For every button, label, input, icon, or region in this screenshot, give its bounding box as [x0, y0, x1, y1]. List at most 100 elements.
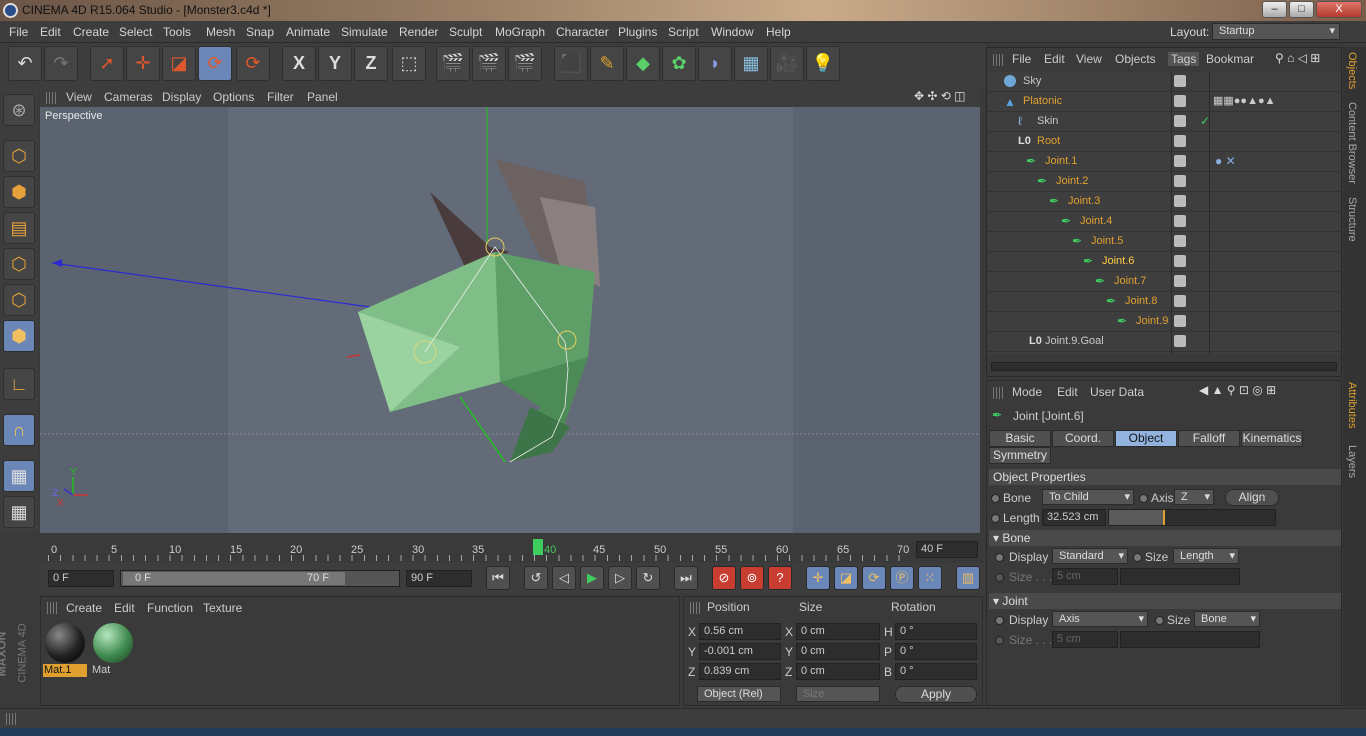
axis-dropdown[interactable]: Z ▾ — [1174, 489, 1214, 505]
pos-x-field[interactable]: 0.56 cm — [699, 623, 781, 640]
menu-render[interactable]: Render — [399, 25, 438, 39]
length-field[interactable]: 32.523 cm — [1042, 509, 1106, 526]
object-row-skin[interactable]: ℓ Skin ✓ — [987, 112, 1341, 132]
next-frame-button[interactable]: ▷ — [608, 566, 632, 590]
pos-z-field[interactable]: 0.839 cm — [699, 663, 781, 680]
texture-mode-button[interactable]: ⬢ — [3, 176, 35, 208]
current-frame-field[interactable]: 40 F — [916, 541, 978, 558]
menu-create[interactable]: Create — [73, 25, 109, 39]
add-cube-button[interactable]: ⬛ — [554, 46, 588, 81]
material-slot-mat[interactable]: Mat — [91, 621, 135, 677]
apply-button[interactable]: Apply — [895, 686, 977, 703]
size-y-field[interactable]: 0 cm — [796, 643, 880, 660]
rot-h-field[interactable]: 0 ° — [895, 623, 977, 640]
joint-display-dropdown[interactable]: Axis ▾ — [1052, 611, 1148, 627]
locked-workplane-button[interactable]: ▦ — [3, 460, 35, 492]
object-row-joint-2[interactable]: ✒ Joint.2 — [987, 172, 1341, 192]
menu-sculpt[interactable]: Sculpt — [449, 25, 482, 39]
object-row-joint-4[interactable]: ✒ Joint.4 — [987, 212, 1341, 232]
menu-snap[interactable]: Snap — [246, 25, 274, 39]
rot-b-field[interactable]: 0 ° — [895, 663, 977, 680]
object-row-joint-1[interactable]: ✒ Joint.1 ● ✕ — [987, 152, 1341, 172]
material-menu-create[interactable]: Create — [66, 601, 102, 615]
points-mode-button[interactable]: ⬡ — [3, 248, 35, 280]
material-menu-edit[interactable]: Edit — [114, 601, 135, 615]
add-nurbs-button[interactable]: ◆ — [626, 46, 660, 81]
rotate-tool-button[interactable]: ⟳ — [198, 46, 232, 81]
add-floor-button[interactable]: ▦ — [734, 46, 768, 81]
objects-search-home-icons[interactable]: ⚲ ⌂ ◁ ⊞ — [1275, 51, 1320, 65]
planar-workplane-button[interactable]: ▦ — [3, 496, 35, 528]
menu-edit[interactable]: Edit — [40, 25, 61, 39]
object-row-joint-5[interactable]: ✒ Joint.5 — [987, 232, 1341, 252]
attributes-menu-mode[interactable]: Mode — [1012, 385, 1042, 399]
coordinate-system-button[interactable]: ⬚ — [392, 46, 426, 81]
viewport-menu-cameras[interactable]: Cameras — [104, 90, 153, 104]
viewport-menu-display[interactable]: Display — [162, 90, 201, 104]
joint-size-value-radio[interactable] — [995, 636, 1004, 645]
layout-dropdown[interactable]: Startup ▾ — [1212, 23, 1340, 40]
key-position-button[interactable]: ✛ — [806, 566, 830, 590]
previous-frame-button[interactable]: ◁ — [552, 566, 576, 590]
viewport-menu-view[interactable]: View — [66, 90, 92, 104]
x-axis-button[interactable]: X — [282, 46, 316, 81]
add-array-button[interactable]: ✿ — [662, 46, 696, 81]
record-keys-button[interactable]: ⊘ — [712, 566, 736, 590]
objects-menu-edit[interactable]: Edit — [1044, 52, 1065, 66]
joint-size-field[interactable]: 5 cm — [1052, 631, 1118, 648]
menu-simulate[interactable]: Simulate — [341, 25, 388, 39]
material-menu-texture[interactable]: Texture — [203, 601, 242, 615]
add-camera-button[interactable]: 🎥 — [770, 46, 804, 81]
axis-mode-button[interactable]: ∟ — [3, 368, 35, 400]
attributes-menu-edit[interactable]: Edit — [1057, 385, 1078, 399]
bone-display-dropdown[interactable]: Standard ▾ — [1052, 548, 1128, 564]
tab-symmetry[interactable]: Symmetry — [989, 447, 1051, 464]
object-row-platonic[interactable]: ▲ Platonic ▦▦●●▲●▲ — [987, 92, 1341, 112]
go-to-end-button[interactable]: ⏭ — [674, 566, 698, 590]
size-mode-dropdown[interactable]: Size — [796, 686, 880, 702]
object-row-root[interactable]: L0 Root — [987, 132, 1341, 152]
bone-display-radio[interactable] — [995, 553, 1004, 562]
perspective-viewport[interactable]: Perspective Y X Z — [40, 107, 980, 533]
attributes-nav-icons[interactable]: ◀ ▲ ⚲ ⊡ ◎ ⊞ — [1199, 383, 1276, 397]
start-frame-field[interactable]: 0 F — [48, 570, 114, 587]
menu-character[interactable]: Character — [556, 25, 609, 39]
menu-animate[interactable]: Animate — [286, 25, 330, 39]
size-z-field[interactable]: 0 cm — [796, 663, 880, 680]
menu-mograph[interactable]: MoGraph — [495, 25, 545, 39]
autokeying-button[interactable]: ⊚ — [740, 566, 764, 590]
bone-size-dropdown[interactable]: Length ▾ — [1173, 548, 1239, 564]
rot-p-field[interactable]: 0 ° — [895, 643, 977, 660]
live-selection-button[interactable]: ➚ — [90, 46, 124, 81]
viewport-menu-panel[interactable]: Panel — [307, 90, 338, 104]
joint-display-radio[interactable] — [995, 616, 1004, 625]
viewport-nav-icons[interactable]: ✥ ✣ ⟲ ◫ — [914, 89, 966, 103]
axis-radio[interactable] — [1139, 494, 1148, 503]
side-tab-objects[interactable]: Objects — [1346, 52, 1358, 89]
tab-falloff[interactable]: Falloff — [1178, 430, 1240, 447]
length-radio[interactable] — [991, 514, 1000, 523]
scale-tool-button[interactable]: ◪ — [162, 46, 196, 81]
frame-range-slider[interactable]: 0 F 70 F — [120, 570, 400, 587]
menu-window[interactable]: Window — [711, 25, 754, 39]
z-axis-button[interactable]: Z — [354, 46, 388, 81]
material-tags-icon[interactable]: ▦▦●●▲●▲ — [1213, 94, 1276, 107]
play-button[interactable]: ▶ — [580, 566, 604, 590]
next-key-button[interactable]: ↻ — [636, 566, 660, 590]
recent-tool-button[interactable]: ⟳ — [236, 46, 270, 81]
joint-size-dropdown[interactable]: Bone ▾ — [1194, 611, 1260, 627]
menu-select[interactable]: Select — [119, 25, 152, 39]
objects-menu-objects[interactable]: Objects — [1115, 52, 1156, 66]
bone-size-value-radio[interactable] — [995, 573, 1004, 582]
attributes-menu-user-data[interactable]: User Data — [1090, 385, 1144, 399]
side-tab-structure[interactable]: Structure — [1346, 197, 1358, 242]
y-axis-button[interactable]: Y — [318, 46, 352, 81]
ik-tag-icon[interactable]: ● ✕ — [1215, 154, 1236, 168]
object-row-joint-3[interactable]: ✒ Joint.3 — [987, 192, 1341, 212]
bone-radio[interactable] — [991, 494, 1000, 503]
objects-menu-file[interactable]: File — [1012, 52, 1031, 66]
move-tool-button[interactable]: ✛ — [126, 46, 160, 81]
snap-button[interactable]: ∩ — [3, 414, 35, 446]
objects-menu-bookmarks[interactable]: Bookmar — [1206, 52, 1254, 66]
bone-size-radio[interactable] — [1133, 553, 1142, 562]
